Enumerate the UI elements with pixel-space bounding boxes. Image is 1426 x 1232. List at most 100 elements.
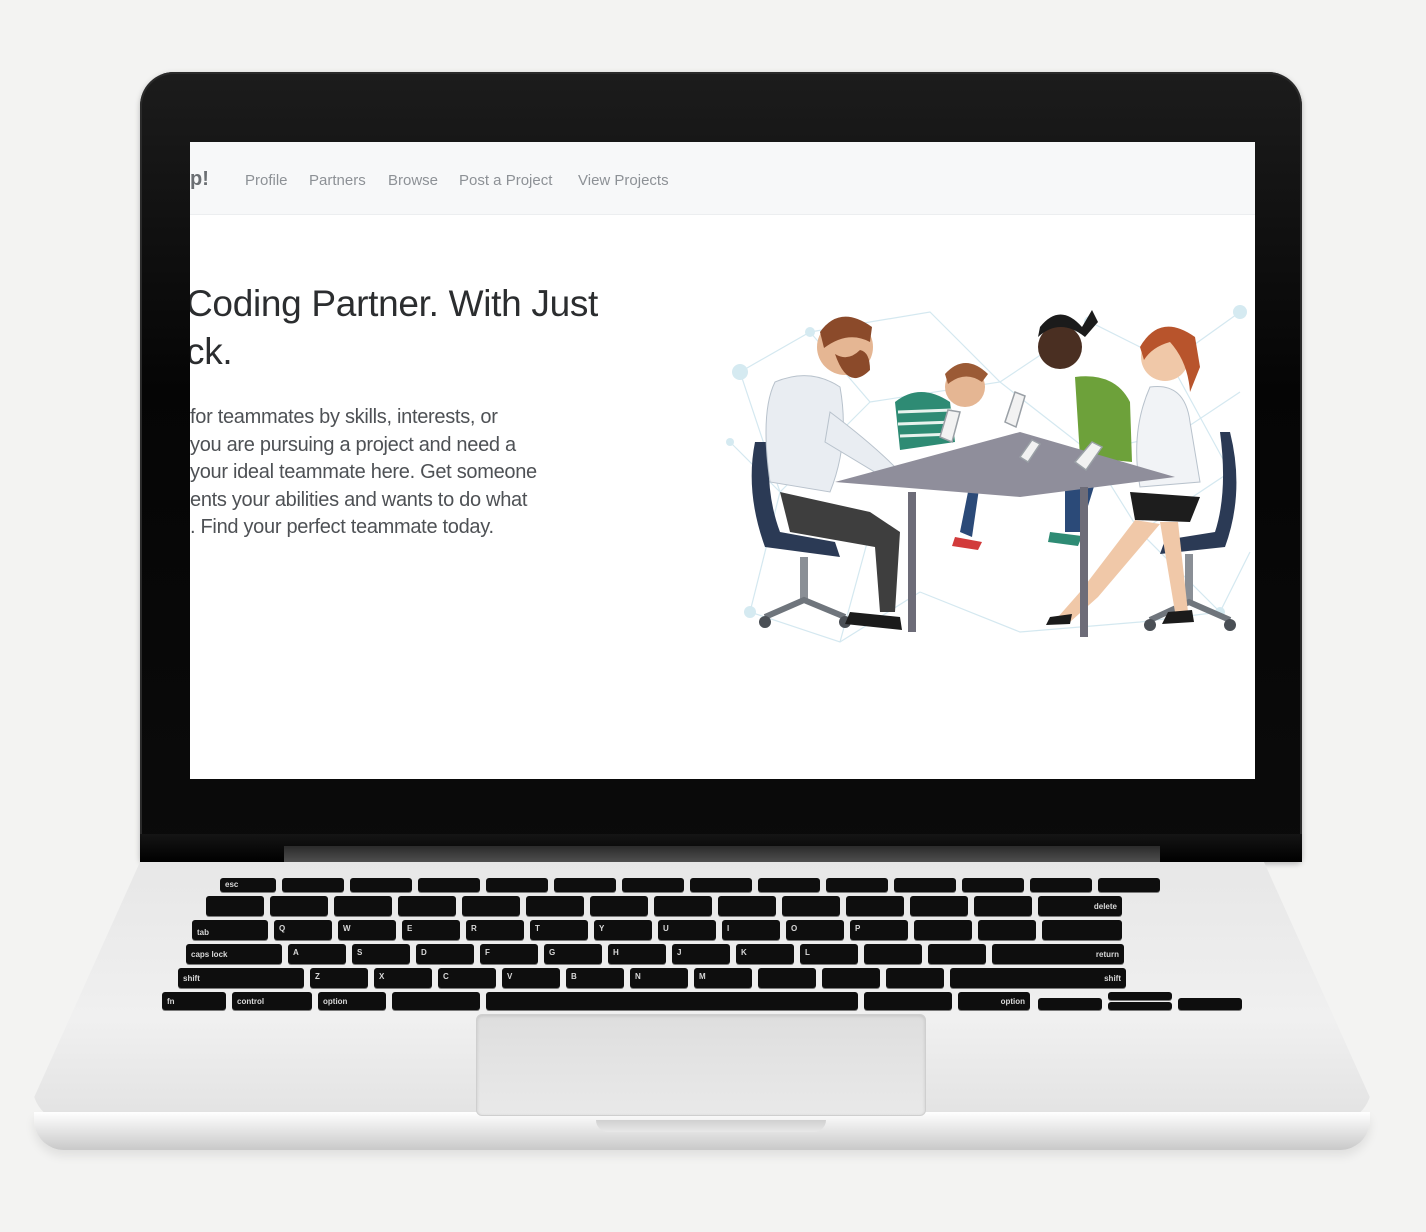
key-h[interactable]: H: [608, 944, 666, 964]
key-n[interactable]: N: [630, 968, 688, 988]
key-arrow-left[interactable]: [1038, 998, 1102, 1010]
key-6[interactable]: [590, 896, 648, 916]
key-label: V: [507, 972, 513, 981]
trackpad[interactable]: [476, 1014, 926, 1116]
key-8[interactable]: [718, 896, 776, 916]
key-period[interactable]: [822, 968, 880, 988]
key-tab[interactable]: tab: [192, 920, 268, 940]
key-control[interactable]: control: [232, 992, 312, 1010]
key-esc[interactable]: esc: [220, 878, 276, 892]
key-return[interactable]: return: [992, 944, 1124, 964]
key-4[interactable]: [462, 896, 520, 916]
key-0[interactable]: [846, 896, 904, 916]
key-equals[interactable]: [974, 896, 1032, 916]
key-f2[interactable]: [350, 878, 412, 892]
key-c[interactable]: C: [438, 968, 496, 988]
key-e[interactable]: E: [402, 920, 460, 940]
key-f6[interactable]: [622, 878, 684, 892]
key-space[interactable]: [486, 992, 858, 1010]
hero-title: Coding Partner. With Just ck.: [190, 280, 626, 376]
key-option-left[interactable]: option: [318, 992, 386, 1010]
key-w[interactable]: W: [338, 920, 396, 940]
key-label: S: [357, 948, 363, 957]
key-label: fn: [167, 997, 175, 1006]
key-delete[interactable]: delete: [1038, 896, 1122, 916]
key-power[interactable]: [1098, 878, 1160, 892]
key-f3[interactable]: [418, 878, 480, 892]
key-d[interactable]: D: [416, 944, 474, 964]
brand-logo[interactable]: p!: [190, 168, 210, 190]
key-caps-lock[interactable]: caps lock: [186, 944, 282, 964]
key-y[interactable]: Y: [594, 920, 652, 940]
key-t[interactable]: T: [530, 920, 588, 940]
key-shift-right[interactable]: shift: [950, 968, 1126, 988]
key-f[interactable]: F: [480, 944, 538, 964]
key-1[interactable]: [270, 896, 328, 916]
key-fn[interactable]: fn: [162, 992, 226, 1010]
key-f10[interactable]: [894, 878, 956, 892]
key-left-bracket[interactable]: [914, 920, 972, 940]
key-5[interactable]: [526, 896, 584, 916]
key-r[interactable]: R: [466, 920, 524, 940]
nav-link-partners[interactable]: Partners: [309, 172, 366, 189]
key-shift-left[interactable]: shift: [178, 968, 304, 988]
key-arrow-down[interactable]: [1108, 1002, 1172, 1010]
key-label: P: [855, 924, 861, 933]
key-7[interactable]: [654, 896, 712, 916]
key-f11[interactable]: [962, 878, 1024, 892]
key-right-bracket[interactable]: [978, 920, 1036, 940]
key-l[interactable]: L: [800, 944, 858, 964]
key-f4[interactable]: [486, 878, 548, 892]
key-p[interactable]: P: [850, 920, 908, 940]
key-s[interactable]: S: [352, 944, 410, 964]
key-u[interactable]: U: [658, 920, 716, 940]
nav-link-view-projects[interactable]: View Projects: [578, 172, 669, 189]
nav-link-browse[interactable]: Browse: [388, 172, 438, 189]
key-x[interactable]: X: [374, 968, 432, 988]
key-command-left[interactable]: [392, 992, 480, 1010]
key-3[interactable]: [398, 896, 456, 916]
key-m[interactable]: M: [694, 968, 752, 988]
key-label: I: [727, 924, 730, 933]
key-f7[interactable]: [690, 878, 752, 892]
key-command-right[interactable]: [864, 992, 952, 1010]
key-backslash[interactable]: [1042, 920, 1122, 940]
key-minus[interactable]: [910, 896, 968, 916]
key-semicolon[interactable]: [864, 944, 922, 964]
key-slash[interactable]: [886, 968, 944, 988]
key-z[interactable]: Z: [310, 968, 368, 988]
key-quote[interactable]: [928, 944, 986, 964]
key-f8[interactable]: [758, 878, 820, 892]
key-o[interactable]: O: [786, 920, 844, 940]
key-backtick[interactable]: [206, 896, 264, 916]
nav-link-post-a-project[interactable]: Post a Project: [459, 172, 552, 189]
key-label: L: [805, 948, 810, 957]
key-label: caps lock: [191, 950, 228, 959]
key-i[interactable]: I: [722, 920, 780, 940]
key-g[interactable]: G: [544, 944, 602, 964]
key-comma[interactable]: [758, 968, 816, 988]
key-f12[interactable]: [1030, 878, 1092, 892]
key-v[interactable]: V: [502, 968, 560, 988]
key-label: shift: [1104, 974, 1121, 983]
key-label: Q: [279, 924, 286, 933]
hero-title-line: ck.: [190, 331, 233, 372]
key-2[interactable]: [334, 896, 392, 916]
keyboard: esc delete tab Q W E R T Y U I O P caps …: [160, 874, 1264, 1010]
key-label: B: [571, 972, 577, 981]
key-q[interactable]: Q: [274, 920, 332, 940]
key-label: D: [421, 948, 427, 957]
key-f1[interactable]: [282, 878, 344, 892]
key-j[interactable]: J: [672, 944, 730, 964]
nav-link-profile[interactable]: Profile: [245, 172, 288, 189]
key-a[interactable]: A: [288, 944, 346, 964]
key-b[interactable]: B: [566, 968, 624, 988]
key-arrow-right[interactable]: [1178, 998, 1242, 1010]
key-k[interactable]: K: [736, 944, 794, 964]
key-option-right[interactable]: option: [958, 992, 1030, 1010]
key-f5[interactable]: [554, 878, 616, 892]
key-label: M: [699, 972, 706, 981]
key-9[interactable]: [782, 896, 840, 916]
key-f9[interactable]: [826, 878, 888, 892]
key-arrow-up[interactable]: [1108, 992, 1172, 1000]
